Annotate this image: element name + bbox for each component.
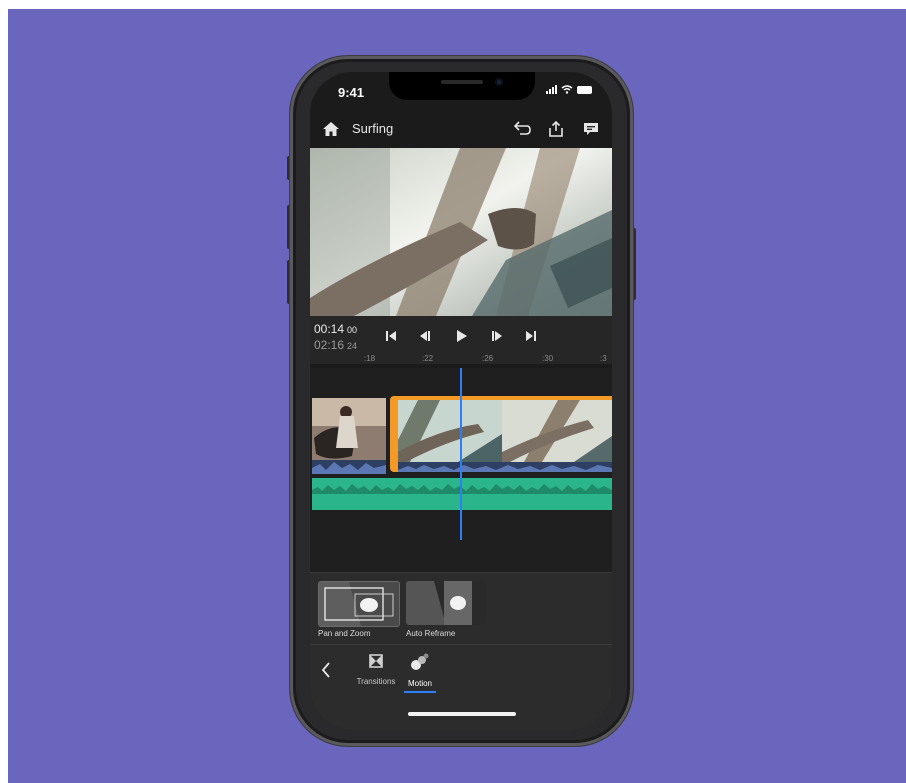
phone-screen: 9:41 Surfing 00:14 00 02:16 24:18:22:… — [310, 72, 612, 730]
skip-end-icon[interactable] — [524, 329, 538, 343]
clip-thumbnails — [398, 400, 612, 462]
auto-reframe-preset[interactable] — [406, 581, 486, 625]
motion-icon — [411, 653, 429, 670]
ruler-tick: :22 — [422, 354, 434, 363]
speaker-grille — [441, 80, 483, 84]
chevron-left-icon[interactable] — [320, 661, 332, 679]
skip-start-icon[interactable] — [384, 329, 398, 343]
play-icon[interactable] — [454, 329, 468, 343]
video-preview[interactable] — [310, 148, 612, 316]
app-bar: Surfing — [310, 112, 612, 146]
ruler-tick: :3 — [600, 354, 607, 363]
audio-waveform — [312, 478, 612, 510]
pan-and-zoom-thumbnail — [319, 582, 394, 626]
home-icon[interactable] — [322, 121, 340, 137]
home-indicator[interactable] — [408, 712, 516, 716]
video-clip-2-selected[interactable] — [390, 396, 612, 472]
ruler-tick: :30 — [542, 354, 554, 363]
tab-motion[interactable]: Motion — [394, 653, 446, 688]
total-timecode: 02:16 24 — [314, 338, 357, 352]
notch — [389, 72, 535, 100]
tab-label: Motion — [407, 679, 432, 688]
clip-thumbnail-strip — [398, 400, 612, 462]
pan-and-zoom-preset[interactable] — [318, 581, 400, 627]
status-icons — [546, 85, 592, 94]
step-forward-icon[interactable] — [490, 329, 504, 343]
project-title[interactable]: Surfing — [352, 121, 393, 136]
front-camera — [495, 78, 503, 86]
motion-presets-panel: Pan and Zoom Auto Reframe — [310, 572, 612, 645]
ruler-tick: :18 — [364, 354, 376, 363]
preset-label: Pan and Zoom — [318, 629, 371, 638]
audio-track[interactable] — [312, 478, 612, 510]
signal-icon — [546, 85, 557, 94]
auto-reframe-thumbnail — [406, 581, 486, 625]
preset-label: Auto Reframe — [406, 629, 456, 638]
playhead[interactable] — [460, 368, 462, 540]
bottom-toolbar: Transitions Motion — [310, 644, 612, 730]
video-clip-1[interactable] — [312, 398, 386, 474]
transitions-icon — [369, 654, 383, 668]
clip-thumbnail — [312, 398, 386, 474]
undo-icon[interactable] — [512, 120, 532, 138]
battery-icon — [577, 85, 592, 94]
feedback-icon[interactable] — [582, 120, 600, 138]
current-time: 00:14 — [314, 322, 345, 336]
ruler-tick: :26 — [482, 354, 494, 363]
status-time: 9:41 — [338, 85, 365, 100]
wifi-icon — [561, 85, 573, 94]
active-tab-indicator — [404, 691, 436, 693]
total-frames: 24 — [347, 341, 358, 351]
clip-audio-waveform — [398, 462, 612, 472]
current-timecode: 00:14 00 — [314, 322, 357, 336]
current-frames: 00 — [347, 325, 358, 335]
step-back-icon[interactable] — [418, 329, 432, 343]
timeline[interactable] — [310, 368, 612, 572]
preview-frame — [310, 148, 612, 316]
timeline-ruler: :18 :22 :26 :30 :3 — [310, 354, 612, 368]
total-time: 02:16 — [314, 338, 345, 352]
share-icon[interactable] — [547, 120, 565, 138]
